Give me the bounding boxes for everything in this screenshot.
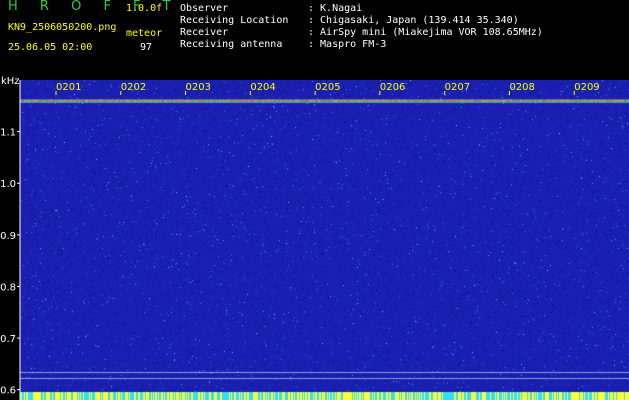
x-tick-label: 0201 [56, 82, 81, 93]
x-tick-label: 0205 [315, 82, 340, 93]
spectrogram-axes: kHz 0.6 0.7 0.8 0.9 1.0 1.1 0201 0202 0203 0204 020… [0, 76, 600, 400]
x-tick-label: 0208 [509, 82, 534, 93]
x-tick-label: 0204 [250, 82, 275, 93]
x-tick-label: 0207 [445, 82, 470, 93]
x-tick-label: 0206 [380, 82, 405, 93]
y-unit-label: kHz [1, 76, 20, 87]
y-tick-label: 0.7 [0, 334, 16, 345]
y-tick-label: 0.8 [0, 282, 16, 293]
y-tick-label: 0.9 [0, 231, 16, 242]
x-tick-label: 0209 [574, 82, 599, 93]
y-tick-label: 0.6 [0, 386, 16, 397]
x-tick-label: 0203 [186, 82, 211, 93]
x-tick-label: 0202 [121, 82, 146, 93]
y-tick-label: 1.1 [0, 128, 16, 139]
y-tick-label: 1.0 [0, 179, 16, 190]
